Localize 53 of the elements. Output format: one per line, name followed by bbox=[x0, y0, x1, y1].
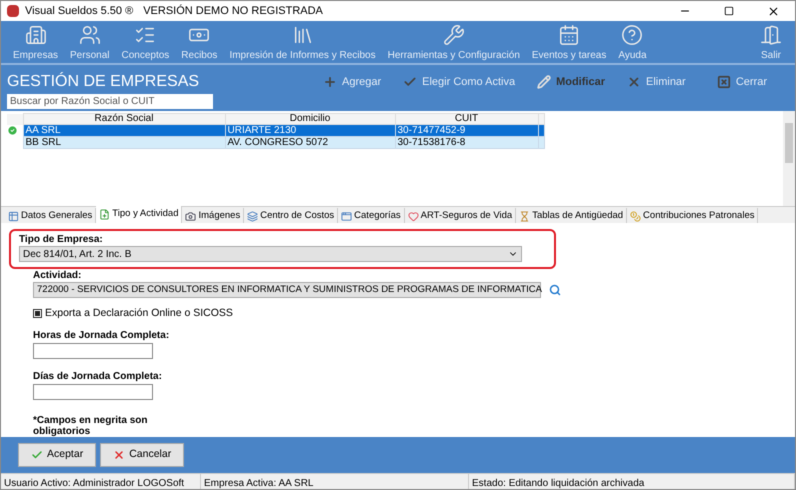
tab[interactable]: Tipo y Actividad bbox=[96, 206, 182, 223]
table-cell: AV. CONGRESO 5072 bbox=[225, 136, 395, 148]
input-field[interactable] bbox=[33, 342, 153, 359]
status-text: Usuario Activo: Administrador LOGOSoft bbox=[1, 474, 201, 489]
table-cell: 30-71538176-8 bbox=[395, 136, 538, 148]
status-text: Estado: Editando liquidación archivada bbox=[469, 474, 795, 489]
window-title: Visual Sueldos 5.50 ® bbox=[25, 4, 134, 19]
dialog-button[interactable]: Aceptar bbox=[18, 442, 96, 467]
search-icon[interactable] bbox=[549, 284, 561, 296]
table-row[interactable]: AA SRL URIARTE 2130 30-71477452-9 bbox=[7, 124, 544, 136]
pencil-icon bbox=[537, 75, 552, 89]
cancel-icon bbox=[113, 448, 126, 461]
status-text: Empresa Activa: AA SRL bbox=[201, 474, 469, 489]
field-label: Días de Jornada Completa: bbox=[33, 370, 163, 383]
app-icon bbox=[7, 5, 19, 17]
check-icon bbox=[31, 448, 43, 461]
checkbox-label: Exporta a Declaración Online o SICOSS bbox=[45, 306, 233, 321]
dialog-button[interactable]: Cancelar bbox=[100, 442, 184, 467]
dropdown[interactable]: 722000 - SERVICIOS DE CONSULTORES EN INFORMATICA Y SUMINISTROS DE PROGRAMAS DE INFORMATICA bbox=[33, 282, 541, 298]
dropdown[interactable]: Dec 814/01, Art. 2 Inc. B bbox=[19, 246, 522, 262]
column-header[interactable]: Domicilio bbox=[225, 114, 395, 124]
close-icon bbox=[766, 4, 780, 18]
close-icon bbox=[716, 75, 731, 89]
people-icon bbox=[78, 24, 102, 46]
field-label: Actividad: bbox=[33, 270, 82, 282]
search-field[interactable]: Buscar por Razón Social o CUIT bbox=[7, 94, 213, 109]
coins-icon bbox=[630, 210, 642, 222]
form-add-icon bbox=[99, 209, 110, 220]
door-icon bbox=[759, 24, 783, 46]
camera-icon bbox=[185, 210, 196, 222]
windows-icon bbox=[341, 210, 352, 222]
required-note: *Campos en negrita son obligatorios bbox=[33, 414, 148, 437]
form-icon bbox=[8, 210, 19, 222]
maximize-icon bbox=[724, 6, 734, 16]
help-icon bbox=[620, 24, 644, 46]
window-subtitle: VERSIÓN DEMO NO REGISTRADA bbox=[143, 4, 323, 19]
hourglass-icon bbox=[519, 210, 530, 222]
layers-icon bbox=[247, 210, 258, 222]
wrench-icon bbox=[442, 24, 466, 46]
check-icon bbox=[403, 75, 418, 89]
page-title: GESTIÓN DE EMPRESAS bbox=[7, 72, 200, 92]
table-cell: BB SRL bbox=[23, 136, 225, 148]
scrollbar[interactable] bbox=[783, 111, 795, 206]
column-header[interactable]: CUIT bbox=[395, 114, 538, 124]
field-label: Tipo de Empresa: bbox=[19, 234, 104, 246]
column-header[interactable]: Razón Social bbox=[23, 114, 225, 124]
checkbox[interactable] bbox=[33, 309, 42, 318]
field-label: Horas de Jornada Completa: bbox=[33, 330, 170, 342]
plus-icon bbox=[323, 75, 337, 89]
building-icon bbox=[24, 24, 48, 46]
input-field[interactable] bbox=[33, 384, 153, 400]
delete-icon bbox=[626, 75, 641, 89]
heart-icon bbox=[408, 210, 419, 222]
